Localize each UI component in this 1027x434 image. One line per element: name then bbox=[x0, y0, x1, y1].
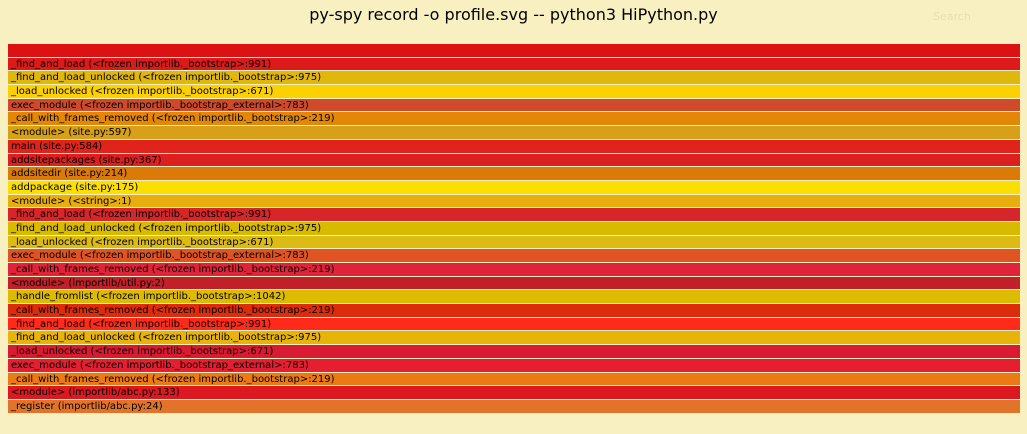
search-button[interactable]: Search bbox=[933, 10, 971, 23]
stack-frame[interactable]: _load_unlocked (<frozen importlib._boots… bbox=[8, 85, 1020, 99]
stack-frame[interactable]: _find_and_load_unlocked (<frozen importl… bbox=[8, 71, 1020, 86]
stack-frame[interactable]: <module> (site.py:597) bbox=[8, 126, 1020, 140]
stack-frame[interactable]: _find_and_load_unlocked (<frozen importl… bbox=[8, 331, 1020, 346]
stack-frame[interactable]: exec_module (<frozen importlib._bootstra… bbox=[8, 249, 1020, 263]
stack-frame[interactable]: _call_with_frames_removed (<frozen impor… bbox=[8, 263, 1020, 277]
stack-frame[interactable]: _find_and_load (<frozen importlib._boots… bbox=[8, 208, 1020, 222]
stack-frame[interactable]: _call_with_frames_removed (<frozen impor… bbox=[8, 372, 1020, 387]
stack-frame[interactable]: _load_unlocked (<frozen importlib._boots… bbox=[8, 235, 1020, 250]
stack-frame[interactable]: <module> (importlib/abc.py:133) bbox=[8, 386, 1020, 400]
stack-frame[interactable]: addpackage (site.py:175) bbox=[8, 180, 1020, 195]
stack-frame[interactable]: _find_and_load_unlocked (<frozen importl… bbox=[8, 221, 1020, 236]
stack-frame[interactable]: _find_and_load (<frozen importlib._boots… bbox=[8, 57, 1020, 72]
stack-frame[interactable]: main (site.py:584) bbox=[8, 139, 1020, 154]
stack-frame[interactable]: _call_with_frames_removed (<frozen impor… bbox=[8, 112, 1020, 127]
stack-frame[interactable]: _load_unlocked (<frozen importlib._boots… bbox=[8, 345, 1020, 359]
stack-frame[interactable]: <module> (importlib/util.py:2) bbox=[8, 276, 1020, 291]
flame-graph: _find_and_load (<frozen importlib._boots… bbox=[8, 44, 1020, 414]
stack-frame[interactable]: _handle_fromlist (<frozen importlib._boo… bbox=[8, 290, 1020, 305]
stack-frame[interactable]: addsitedir (site.py:214) bbox=[8, 167, 1020, 181]
page-title: py-spy record -o profile.svg -- python3 … bbox=[309, 5, 718, 24]
frame-root[interactable] bbox=[8, 44, 1020, 58]
stack-frame[interactable]: _call_with_frames_removed (<frozen impor… bbox=[8, 304, 1020, 318]
stack-frame[interactable]: _register (importlib/abc.py:24) bbox=[8, 399, 1020, 414]
stack-frame[interactable]: exec_module (<frozen importlib._bootstra… bbox=[8, 358, 1020, 373]
stack-frame[interactable]: exec_module (<frozen importlib._bootstra… bbox=[8, 98, 1020, 113]
stack-frame[interactable]: _find_and_load (<frozen importlib._boots… bbox=[8, 317, 1020, 332]
stack-frame[interactable]: addsitepackages (site.py:367) bbox=[8, 153, 1020, 168]
stack-frame[interactable]: <module> (<string>:1) bbox=[8, 194, 1020, 209]
